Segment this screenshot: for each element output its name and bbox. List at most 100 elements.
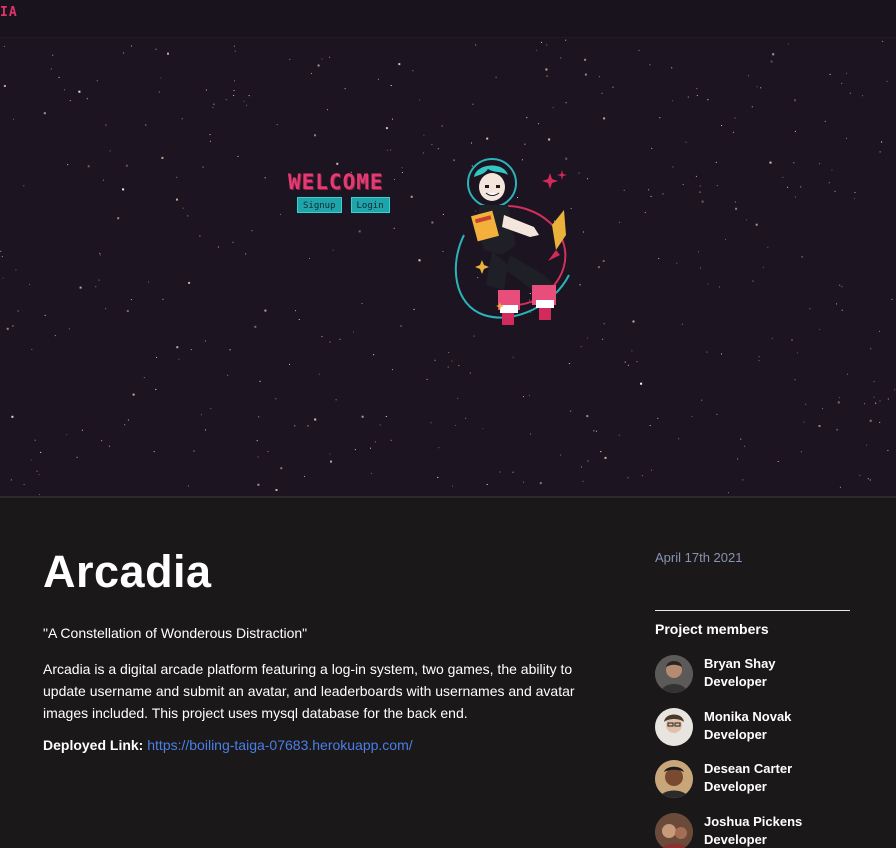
star (740, 438, 742, 440)
star (38, 474, 40, 476)
star (728, 492, 729, 494)
star (593, 430, 595, 432)
star (455, 425, 457, 426)
star (2, 277, 4, 279)
star (178, 358, 180, 360)
deployed-link[interactable]: https://boiling-taiga-07683.herokuapp.co… (147, 737, 412, 753)
star (257, 483, 260, 486)
star (99, 254, 101, 256)
star (40, 451, 42, 453)
member-item[interactable]: Desean Carter Developer (655, 760, 855, 813)
star (34, 439, 36, 441)
star (98, 279, 100, 281)
star (15, 269, 17, 271)
star (701, 200, 704, 203)
star (822, 408, 823, 410)
star (837, 401, 840, 404)
star (187, 485, 189, 487)
star (117, 217, 120, 220)
star (801, 256, 803, 258)
star (526, 117, 528, 119)
star (706, 351, 708, 353)
star (879, 421, 881, 423)
star (176, 176, 178, 178)
project-details: Arcadia "A Constellation of Wonderous Di… (0, 498, 896, 848)
star (787, 43, 789, 45)
star (275, 398, 277, 400)
star (167, 52, 169, 55)
member-role: Developer (704, 779, 767, 794)
member-item[interactable]: Monika Novak Developer (655, 707, 855, 761)
star (580, 466, 582, 468)
star (560, 454, 562, 456)
star (721, 353, 722, 355)
star (400, 325, 402, 327)
star (701, 399, 703, 401)
star (760, 87, 762, 89)
star (385, 416, 387, 417)
star (847, 373, 849, 375)
star (361, 303, 363, 304)
star (649, 64, 651, 66)
star (233, 90, 235, 91)
star (746, 219, 748, 221)
star (782, 176, 784, 178)
star (805, 403, 807, 405)
star (869, 419, 872, 422)
star (205, 429, 206, 431)
member-name: Desean Carter (704, 761, 793, 776)
star (794, 99, 796, 102)
star (794, 196, 796, 198)
star (108, 445, 110, 447)
star (818, 425, 821, 427)
star (644, 212, 646, 213)
star (756, 86, 758, 88)
star (437, 476, 439, 478)
star (691, 416, 693, 417)
star (132, 393, 135, 396)
star (887, 398, 889, 400)
star (560, 57, 562, 59)
star (649, 425, 651, 426)
star (451, 360, 453, 362)
star (891, 298, 893, 300)
star (307, 425, 309, 427)
star (602, 338, 604, 340)
star (393, 227, 395, 229)
member-item[interactable]: Joshua Pickens Developer (655, 812, 855, 848)
star (612, 86, 614, 88)
star (627, 364, 629, 366)
star (309, 258, 310, 259)
star (624, 361, 626, 363)
star (95, 286, 97, 288)
star (623, 189, 625, 191)
star (687, 96, 689, 98)
star (758, 360, 760, 362)
star (619, 221, 621, 223)
welcome-title: WELCOME (288, 170, 384, 194)
star (6, 327, 9, 330)
star (538, 123, 540, 125)
star (752, 280, 754, 282)
star (595, 430, 597, 432)
star (419, 99, 421, 101)
login-button: Login (350, 197, 390, 213)
star (839, 486, 841, 488)
star (600, 451, 602, 453)
star (422, 152, 424, 154)
member-item[interactable]: Bryan Shay Developer (655, 655, 855, 708)
signup-button: Signup (297, 197, 342, 213)
star (373, 354, 375, 356)
star (390, 85, 392, 86)
star (794, 130, 796, 132)
star (187, 215, 189, 217)
star (676, 262, 678, 264)
star (276, 124, 278, 126)
star (50, 68, 52, 70)
star (321, 58, 323, 60)
star (258, 416, 260, 418)
star (586, 337, 588, 339)
star (586, 415, 589, 418)
star (202, 166, 204, 168)
star (546, 75, 548, 77)
